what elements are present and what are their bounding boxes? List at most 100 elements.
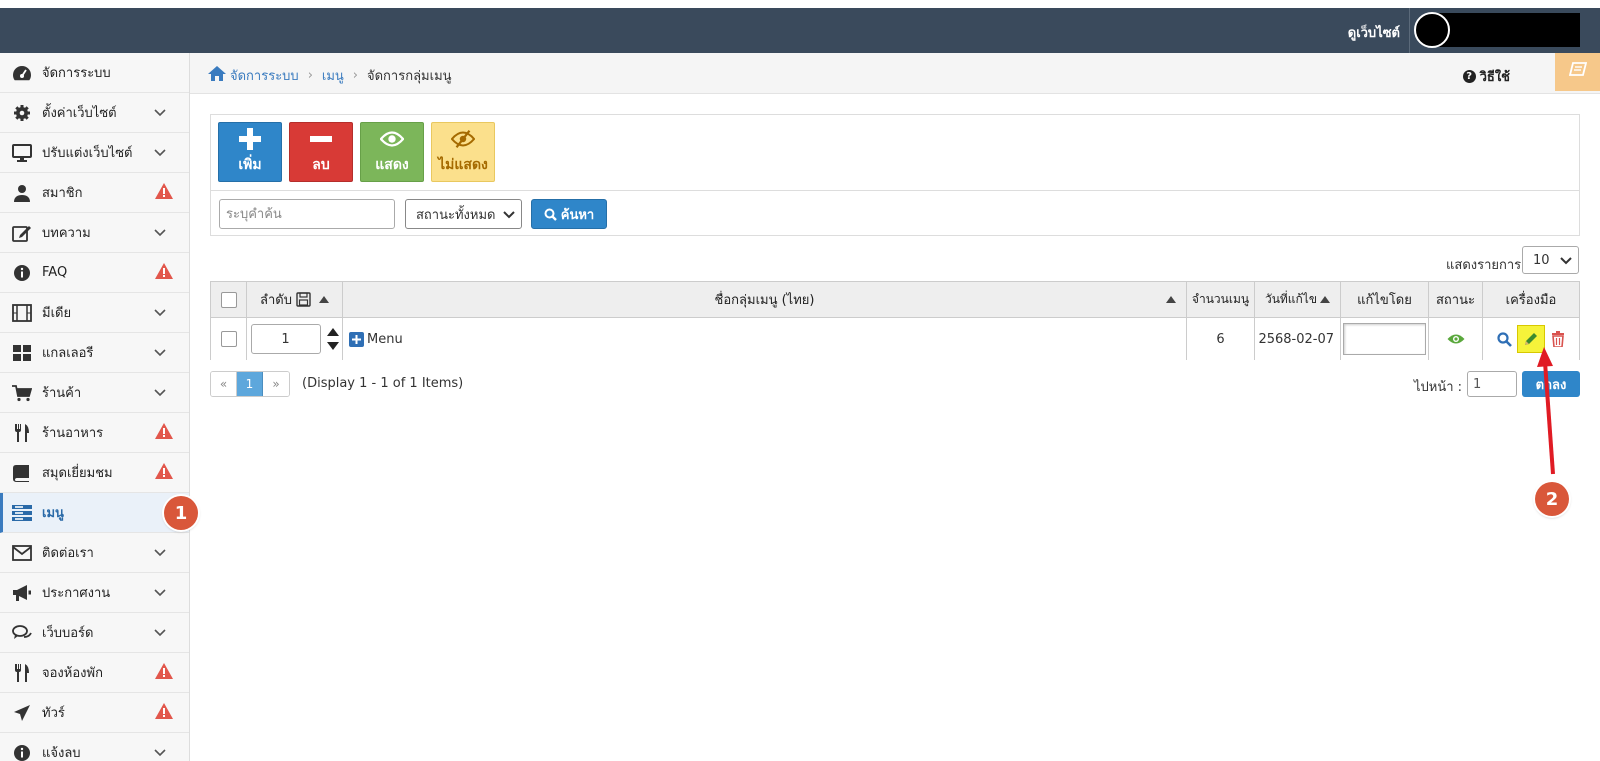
chevron-down-icon xyxy=(153,625,169,641)
pagination-prev[interactable]: « xyxy=(211,372,237,396)
add-button-label: เพิ่ม xyxy=(238,157,262,173)
eye-slash-icon xyxy=(451,128,475,150)
sidebar-item-jobs[interactable]: ประกาศงาน xyxy=(0,573,189,613)
warning-icon xyxy=(155,663,173,681)
header-select-all xyxy=(211,282,247,317)
sidebar-item-report[interactable]: แจ้งลบ xyxy=(0,733,189,761)
eye-icon xyxy=(380,128,404,150)
select-all-checkbox[interactable] xyxy=(220,291,237,308)
breadcrumb-link-system[interactable]: จัดการระบบ xyxy=(230,65,299,86)
sidebar-item-webboard[interactable]: เว็บบอร์ด xyxy=(0,613,189,653)
add-button[interactable]: เพิ่ม xyxy=(218,122,282,182)
search-icon xyxy=(544,208,557,221)
search-button[interactable]: ค้นหา xyxy=(531,199,607,229)
delete-button-label: ลบ xyxy=(312,157,330,173)
order-input[interactable]: 1 xyxy=(250,324,321,354)
sidebar-item-customize[interactable]: ปรับแต่งเว็บไซต์ xyxy=(0,133,189,173)
menu-group-table: ลำดับ ชื่อกลุ่มเมนู (ไทย) จำนวนเมนู วันท… xyxy=(210,281,1580,360)
sort-up-icon xyxy=(1320,296,1331,303)
header-count[interactable]: จำนวนเมนู xyxy=(1187,282,1255,317)
sidebar-item-shop[interactable]: ร้านค้า xyxy=(0,373,189,413)
delete-button[interactable]: ลบ xyxy=(289,122,353,182)
cutlery-icon xyxy=(12,423,32,443)
edited-date: 2568-02-07 xyxy=(1258,331,1334,347)
menu-group-name[interactable]: Menu xyxy=(367,332,403,347)
header-status: สถานะ xyxy=(1429,282,1483,317)
top-strip xyxy=(0,0,1600,8)
edited-by-field xyxy=(1343,323,1426,355)
breadcrumb-current: จัดการกลุ่มเมนู xyxy=(367,69,452,84)
header-edited-by: แก้ไขโดย xyxy=(1341,282,1429,317)
sidebar-item-contact[interactable]: ติดต่อเรา xyxy=(0,533,189,573)
goto-page-label: ไปหน้า : xyxy=(1414,380,1463,395)
pagination-next[interactable]: » xyxy=(263,372,289,396)
film-icon xyxy=(12,303,32,323)
goto-page-input[interactable]: 1 xyxy=(1467,371,1517,397)
order-stepper[interactable] xyxy=(326,327,339,351)
show-button[interactable]: แสดง xyxy=(360,122,424,182)
sidebar-item-guestbook[interactable]: สมุดเยี่ยมชม xyxy=(0,453,189,493)
sidebar-item-label: แจ้งลบ xyxy=(42,746,81,761)
arrow-up-icon xyxy=(326,328,339,336)
warning-icon xyxy=(155,263,173,281)
sidebar-item-label: เว็บบอร์ด xyxy=(42,626,94,641)
search-input[interactable] xyxy=(219,199,395,229)
header-name[interactable]: ชื่อกลุ่มเมนู (ไทย) xyxy=(343,282,1187,317)
sidebar-item-menu[interactable]: เมนู xyxy=(0,493,189,533)
row-tools-cell xyxy=(1483,318,1579,360)
sort-up-icon xyxy=(1166,296,1176,303)
top-bar: ดูเว็บไซต์ xyxy=(0,8,1600,53)
sort-up-icon xyxy=(318,296,329,303)
sidebar-item-settings[interactable]: ตั้งค่าเว็บไซต์ xyxy=(0,93,189,133)
pagination: « 1 » xyxy=(210,371,290,397)
save-icon[interactable] xyxy=(296,292,311,307)
sidebar-item-label: สมุดเยี่ยมชม xyxy=(42,466,113,481)
per-page-select[interactable]: 10 xyxy=(1522,246,1579,274)
sidebar-item-faq[interactable]: FAQ xyxy=(0,253,189,293)
breadcrumb-link-menu[interactable]: เมนู xyxy=(322,65,344,86)
row-checkbox[interactable] xyxy=(220,331,237,347)
arrow-down-icon xyxy=(326,342,339,350)
sidebar-item-restaurant[interactable]: ร้านอาหาร xyxy=(0,413,189,453)
edit-icon xyxy=(12,223,32,243)
sidebar-item-label: ร้านค้า xyxy=(42,386,82,401)
sidebar-item-dashboard[interactable]: จัดการระบบ xyxy=(0,53,189,93)
header-edited-date[interactable]: วันที่แก้ไข xyxy=(1255,282,1341,317)
sidebar-item-tour[interactable]: ทัวร์ xyxy=(0,693,189,733)
hide-button[interactable]: ไม่แสดง xyxy=(431,122,495,182)
sidebar-item-label: บทความ xyxy=(42,226,91,241)
help-link[interactable]: ? วิธีใช้ xyxy=(1462,66,1510,87)
avatar[interactable] xyxy=(1414,12,1450,48)
search-icon[interactable] xyxy=(1495,330,1513,348)
status-select-value: สถานะทั้งหมด xyxy=(416,207,496,223)
goto-page-button[interactable]: ตกลง xyxy=(1522,371,1580,397)
monitor-icon xyxy=(12,143,32,163)
sidebar-item-articles[interactable]: บทความ xyxy=(0,213,189,253)
annotation-step-1: 1 xyxy=(164,496,198,530)
row-name-cell: Menu xyxy=(343,318,1187,360)
megaphone-icon xyxy=(12,583,32,603)
view-site-link[interactable]: ดูเว็บไซต์ xyxy=(1348,22,1400,43)
sidebar-item-members[interactable]: สมาชิก xyxy=(0,173,189,213)
sidebar-item-booking[interactable]: จองห้องพัก xyxy=(0,653,189,693)
warning-icon xyxy=(155,423,173,441)
expand-icon[interactable] xyxy=(349,331,364,347)
home-icon[interactable] xyxy=(208,66,226,85)
pagination-page-1[interactable]: 1 xyxy=(237,372,263,396)
sidebar-item-gallery[interactable]: แกลเลอรี xyxy=(0,333,189,373)
row-date-cell: 2568-02-07 xyxy=(1255,318,1341,360)
header-order[interactable]: ลำดับ xyxy=(247,282,343,317)
status-select[interactable]: สถานะทั้งหมด xyxy=(405,199,522,229)
eye-icon[interactable] xyxy=(1447,333,1465,345)
trash-icon[interactable] xyxy=(1549,330,1567,348)
header-edited-by-label: แก้ไขโดย xyxy=(1357,293,1412,308)
menu-count: 6 xyxy=(1216,331,1225,347)
sidebar-item-label: สมาชิก xyxy=(42,186,83,201)
breadcrumb-separator: › xyxy=(307,68,313,83)
manual-button[interactable] xyxy=(1555,53,1600,91)
sidebar-item-media[interactable]: มีเดีย xyxy=(0,293,189,333)
sidebar-item-label: ปรับแต่งเว็บไซต์ xyxy=(42,146,133,161)
chevron-down-icon xyxy=(503,208,515,224)
cart-icon xyxy=(12,383,32,403)
edit-button[interactable] xyxy=(1517,325,1545,353)
